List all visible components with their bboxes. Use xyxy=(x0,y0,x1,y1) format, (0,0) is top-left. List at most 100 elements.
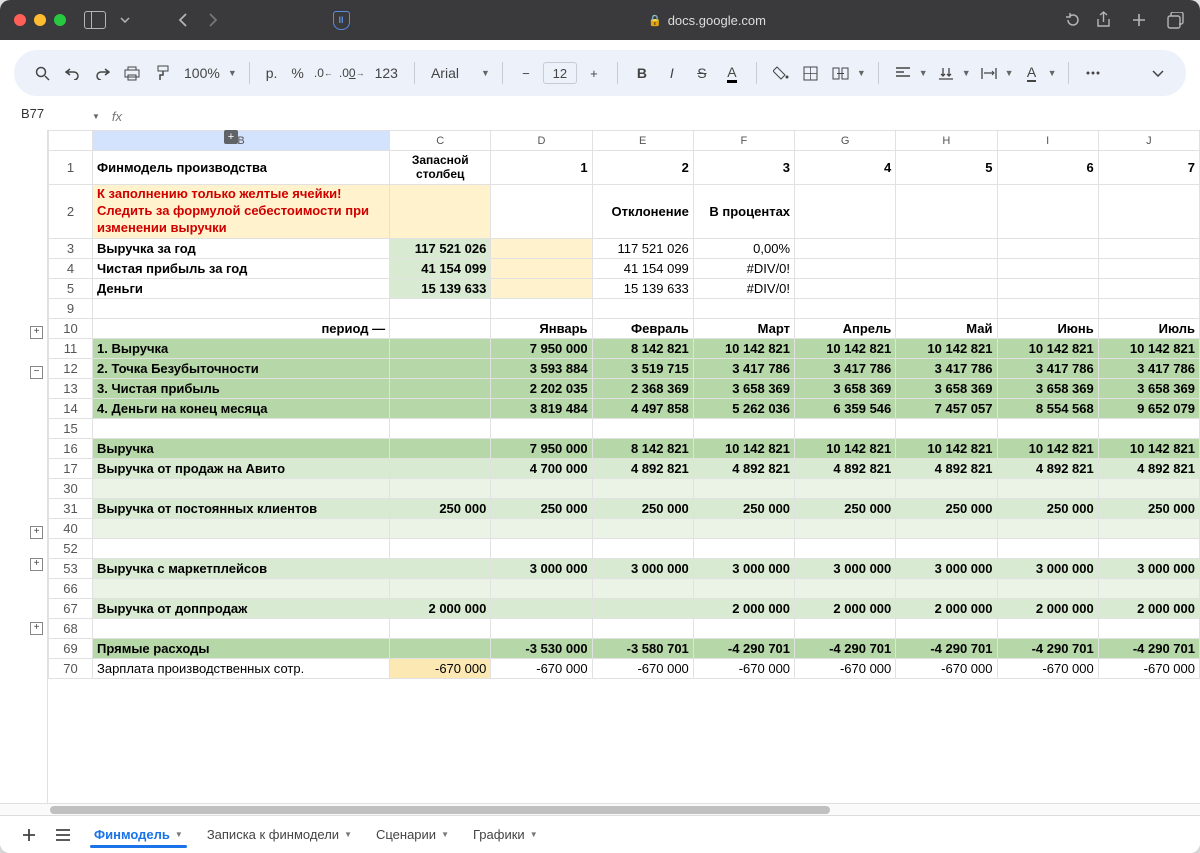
cell[interactable]: 6 xyxy=(997,151,1098,185)
row-header-70[interactable]: 70 xyxy=(49,658,93,678)
url-bar[interactable]: 🔒 docs.google.com xyxy=(360,13,1054,28)
cell[interactable]: 2 202 035 xyxy=(491,378,592,398)
cell[interactable] xyxy=(896,238,997,258)
cell[interactable]: 3 658 369 xyxy=(997,378,1098,398)
row-header-14[interactable]: 14 xyxy=(49,398,93,418)
cell[interactable] xyxy=(1098,578,1199,598)
cell[interactable] xyxy=(795,258,896,278)
row-header-11[interactable]: 11 xyxy=(49,338,93,358)
cell[interactable] xyxy=(491,258,592,278)
tab-dropdown-icon[interactable]: ▼ xyxy=(441,830,449,839)
cell[interactable] xyxy=(693,418,794,438)
column-group-expand-icon[interactable]: + xyxy=(224,130,238,144)
cell[interactable]: 5 xyxy=(896,151,997,185)
cell[interactable] xyxy=(390,338,491,358)
cell[interactable] xyxy=(997,258,1098,278)
borders-button[interactable] xyxy=(799,61,823,85)
cell[interactable] xyxy=(997,185,1098,239)
cell[interactable] xyxy=(93,538,390,558)
column-header-J[interactable]: J xyxy=(1098,131,1199,151)
cell[interactable] xyxy=(896,298,997,318)
bold-button[interactable]: B xyxy=(630,61,654,85)
cell[interactable] xyxy=(390,518,491,538)
column-header-B[interactable]: B xyxy=(93,131,390,151)
cell[interactable]: -4 290 701 xyxy=(896,638,997,658)
merge-dropdown-icon[interactable]: ▼ xyxy=(857,68,866,78)
cell[interactable]: 3 xyxy=(693,151,794,185)
cell[interactable]: 3 000 000 xyxy=(896,558,997,578)
maximize-window-button[interactable] xyxy=(54,14,66,26)
cell[interactable]: Деньги xyxy=(93,278,390,298)
percent-button[interactable]: % xyxy=(287,65,307,81)
cell[interactable]: 3 417 786 xyxy=(997,358,1098,378)
cell[interactable]: 10 142 821 xyxy=(795,438,896,458)
cell[interactable] xyxy=(491,418,592,438)
cell[interactable]: Март xyxy=(693,318,794,338)
cell[interactable] xyxy=(1098,238,1199,258)
font-size-decrease[interactable]: − xyxy=(515,62,537,84)
tab-overview-button[interactable] xyxy=(1164,9,1186,31)
cell[interactable]: 7 457 057 xyxy=(896,398,997,418)
cell[interactable] xyxy=(592,478,693,498)
cell[interactable]: Февраль xyxy=(592,318,693,338)
cell[interactable] xyxy=(795,185,896,239)
cell[interactable] xyxy=(693,478,794,498)
cell[interactable] xyxy=(592,418,693,438)
sheet-tab[interactable]: Записка к финмодели▼ xyxy=(195,821,364,848)
number-format-button[interactable]: 123 xyxy=(371,65,402,81)
cell[interactable] xyxy=(390,638,491,658)
cell[interactable] xyxy=(795,418,896,438)
cell[interactable] xyxy=(1098,618,1199,638)
row-header-4[interactable]: 4 xyxy=(49,258,93,278)
cell[interactable]: 2 xyxy=(592,151,693,185)
cell[interactable] xyxy=(795,238,896,258)
cell[interactable]: 8 142 821 xyxy=(592,438,693,458)
new-tab-button[interactable] xyxy=(1128,9,1150,31)
cell[interactable]: 4 700 000 xyxy=(491,458,592,478)
cell[interactable]: Запасной столбец xyxy=(390,151,491,185)
cell[interactable]: 2 000 000 xyxy=(390,598,491,618)
cell[interactable]: 15 139 633 xyxy=(390,278,491,298)
cell[interactable]: 8 142 821 xyxy=(592,338,693,358)
cell[interactable] xyxy=(693,618,794,638)
formula-bar[interactable] xyxy=(134,109,1200,124)
cell[interactable]: Май xyxy=(896,318,997,338)
cell[interactable]: 3 658 369 xyxy=(795,378,896,398)
cell[interactable]: 117 521 026 xyxy=(390,238,491,258)
cell[interactable]: 0,00% xyxy=(693,238,794,258)
more-toolbar-icon[interactable] xyxy=(1081,61,1105,85)
cell[interactable] xyxy=(896,578,997,598)
cell[interactable]: 4 xyxy=(795,151,896,185)
cell[interactable]: Прямые расходы xyxy=(93,638,390,658)
cell[interactable]: -670 000 xyxy=(896,658,997,678)
cell[interactable]: 3 000 000 xyxy=(997,558,1098,578)
cell[interactable]: 3 417 786 xyxy=(693,358,794,378)
cell[interactable] xyxy=(592,598,693,618)
cell[interactable]: К заполнению только желтые ячейки! Следи… xyxy=(93,185,390,239)
cell[interactable]: -670 000 xyxy=(795,658,896,678)
cell[interactable]: -670 000 xyxy=(592,658,693,678)
cell[interactable] xyxy=(491,538,592,558)
row-group-toggle[interactable]: − xyxy=(30,366,43,379)
cell[interactable]: В процентах xyxy=(693,185,794,239)
cell[interactable] xyxy=(390,438,491,458)
row-header-13[interactable]: 13 xyxy=(49,378,93,398)
rotate-button[interactable]: A xyxy=(1020,61,1044,85)
cell[interactable] xyxy=(390,185,491,239)
cell[interactable]: 7 950 000 xyxy=(491,338,592,358)
cell[interactable] xyxy=(491,278,592,298)
cell[interactable] xyxy=(997,518,1098,538)
cell[interactable]: 8 554 568 xyxy=(997,398,1098,418)
cell[interactable] xyxy=(795,478,896,498)
minimize-window-button[interactable] xyxy=(34,14,46,26)
row-header-17[interactable]: 17 xyxy=(49,458,93,478)
cell[interactable] xyxy=(896,618,997,638)
cell[interactable]: 3 417 786 xyxy=(896,358,997,378)
cell[interactable]: -4 290 701 xyxy=(1098,638,1199,658)
cell[interactable]: 2 000 000 xyxy=(997,598,1098,618)
cell[interactable]: Выручка от продаж на Авито xyxy=(93,458,390,478)
valign-dropdown-icon[interactable]: ▼ xyxy=(962,68,971,78)
cell[interactable] xyxy=(390,578,491,598)
all-sheets-button[interactable] xyxy=(48,820,78,850)
cell[interactable] xyxy=(93,478,390,498)
